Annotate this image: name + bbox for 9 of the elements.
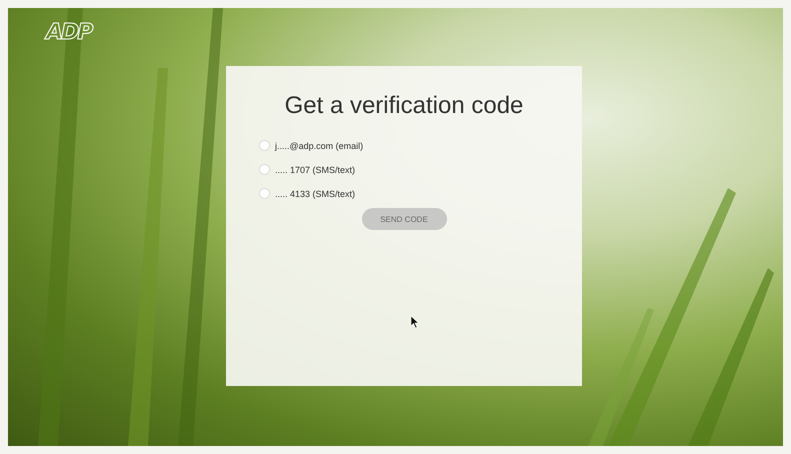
- radio-button[interactable]: [259, 188, 270, 199]
- option-label: ..... 1707 (SMS/text): [275, 164, 356, 174]
- option-label: j.....@adp.com (email): [275, 140, 364, 150]
- dialog-title: Get a verification code: [284, 92, 524, 120]
- logo: ADP: [46, 20, 92, 45]
- radio-button[interactable]: [259, 164, 270, 175]
- mouse-pointer-icon: [411, 316, 419, 328]
- radio-button[interactable]: [259, 140, 270, 151]
- option-label: ..... 4133 (SMS/text): [275, 188, 356, 198]
